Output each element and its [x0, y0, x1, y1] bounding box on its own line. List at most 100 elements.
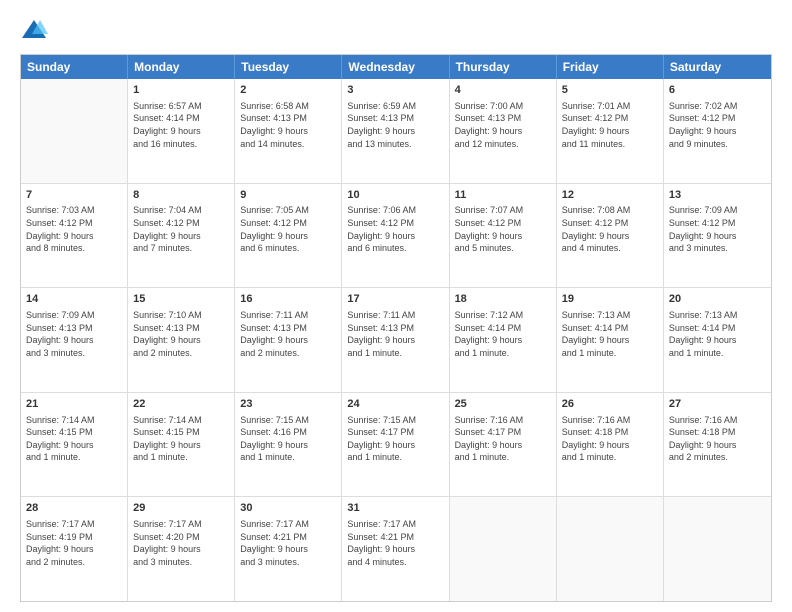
day-cell-13: 13Sunrise: 7:09 AM Sunset: 4:12 PM Dayli…: [664, 184, 771, 288]
day-cell-24: 24 Sunrise: 7:15 AM Sunset: 4:17 PM Dayli…: [342, 393, 449, 497]
day-cell-30: 30Sunrise: 7:17 AM Sunset: 4:21 PM Dayli…: [235, 497, 342, 601]
page: SundayMondayTuesdayWednesdayThursdayFrid…: [0, 0, 792, 612]
day-number: 22: [133, 397, 229, 412]
day-cell-19: 19 Sunrise: 7:13 AM Sunset: 4:14 PM Dayli…: [557, 288, 664, 392]
day-number: 18: [455, 292, 551, 307]
day-info: Sunrise: 7:05 AM Sunset: 4:12 PM Dayligh…: [240, 204, 336, 254]
day-number: 12: [562, 188, 658, 203]
day-number: 5: [562, 83, 658, 98]
day-cell-17: 17 Sunrise: 7:11 AM Sunset: 4:13 PM Dayli…: [342, 288, 449, 392]
logo: [20, 16, 52, 44]
day-header-sunday: Sunday: [21, 55, 128, 79]
calendar: SundayMondayTuesdayWednesdayThursdayFrid…: [20, 54, 772, 602]
header: [20, 16, 772, 44]
calendar-row-5: 28 Sunrise: 7:17 AM Sunset: 4:19 PM Dayli…: [21, 496, 771, 601]
day-info: Sunrise: 7:17 AM Sunset: 4:20 PM Dayligh…: [133, 518, 229, 568]
day-header-friday: Friday: [557, 55, 664, 79]
day-info: Sunrise: 6:57 AM Sunset: 4:14 PM Dayligh…: [133, 100, 229, 150]
day-cell-10: 10Sunrise: 7:06 AM Sunset: 4:12 PM Dayli…: [342, 184, 449, 288]
day-number: 13: [669, 188, 766, 203]
calendar-header: SundayMondayTuesdayWednesdayThursdayFrid…: [21, 55, 771, 79]
day-header-tuesday: Tuesday: [235, 55, 342, 79]
empty-cell: [21, 79, 128, 183]
day-number: 30: [240, 501, 336, 516]
day-number: 15: [133, 292, 229, 307]
day-info: Sunrise: 7:06 AM Sunset: 4:12 PM Dayligh…: [347, 204, 443, 254]
day-cell-20: 20 Sunrise: 7:13 AM Sunset: 4:14 PM Dayli…: [664, 288, 771, 392]
day-cell-23: 23Sunrise: 7:15 AM Sunset: 4:16 PM Dayli…: [235, 393, 342, 497]
day-info: Sunrise: 7:09 AM Sunset: 4:13 PM Dayligh…: [26, 309, 122, 359]
day-info: Sunrise: 7:11 AM Sunset: 4:13 PM Dayligh…: [347, 309, 443, 359]
day-info: Sunrise: 7:17 AM Sunset: 4:21 PM Dayligh…: [347, 518, 443, 568]
day-number: 14: [26, 292, 122, 307]
day-info: Sunrise: 7:16 AM Sunset: 4:18 PM Dayligh…: [669, 414, 766, 464]
day-cell-28: 28 Sunrise: 7:17 AM Sunset: 4:19 PM Dayli…: [21, 497, 128, 601]
day-cell-1: 1 Sunrise: 6:57 AM Sunset: 4:14 PM Daylig…: [128, 79, 235, 183]
day-number: 3: [347, 83, 443, 98]
day-header-monday: Monday: [128, 55, 235, 79]
day-info: Sunrise: 7:02 AM Sunset: 4:12 PM Dayligh…: [669, 100, 766, 150]
day-info: Sunrise: 7:11 AM Sunset: 4:13 PM Dayligh…: [240, 309, 336, 359]
day-cell-12: 12Sunrise: 7:08 AM Sunset: 4:12 PM Dayli…: [557, 184, 664, 288]
day-info: Sunrise: 7:14 AM Sunset: 4:15 PM Dayligh…: [133, 414, 229, 464]
day-info: Sunrise: 6:59 AM Sunset: 4:13 PM Dayligh…: [347, 100, 443, 150]
day-header-thursday: Thursday: [450, 55, 557, 79]
calendar-row-4: 21 Sunrise: 7:14 AM Sunset: 4:15 PM Dayli…: [21, 392, 771, 497]
day-info: Sunrise: 7:09 AM Sunset: 4:12 PM Dayligh…: [669, 204, 766, 254]
day-cell-16: 16 Sunrise: 7:11 AM Sunset: 4:13 PM Dayli…: [235, 288, 342, 392]
day-cell-4: 4Sunrise: 7:00 AM Sunset: 4:13 PM Daylig…: [450, 79, 557, 183]
day-number: 24: [347, 397, 443, 412]
day-info: Sunrise: 7:16 AM Sunset: 4:17 PM Dayligh…: [455, 414, 551, 464]
day-cell-9: 9Sunrise: 7:05 AM Sunset: 4:12 PM Daylig…: [235, 184, 342, 288]
day-cell-11: 11Sunrise: 7:07 AM Sunset: 4:12 PM Dayli…: [450, 184, 557, 288]
day-number: 6: [669, 83, 766, 98]
day-cell-26: 26Sunrise: 7:16 AM Sunset: 4:18 PM Dayli…: [557, 393, 664, 497]
day-info: Sunrise: 7:04 AM Sunset: 4:12 PM Dayligh…: [133, 204, 229, 254]
day-number: 4: [455, 83, 551, 98]
day-cell-3: 3 Sunrise: 6:59 AM Sunset: 4:13 PM Daylig…: [342, 79, 449, 183]
empty-cell: [664, 497, 771, 601]
day-number: 9: [240, 188, 336, 203]
day-cell-14: 14 Sunrise: 7:09 AM Sunset: 4:13 PM Dayli…: [21, 288, 128, 392]
day-number: 25: [455, 397, 551, 412]
calendar-row-2: 7Sunrise: 7:03 AM Sunset: 4:12 PM Daylig…: [21, 183, 771, 288]
day-info: Sunrise: 7:15 AM Sunset: 4:17 PM Dayligh…: [347, 414, 443, 464]
calendar-row-1: 1 Sunrise: 6:57 AM Sunset: 4:14 PM Daylig…: [21, 79, 771, 183]
day-cell-27: 27 Sunrise: 7:16 AM Sunset: 4:18 PM Dayli…: [664, 393, 771, 497]
day-info: Sunrise: 7:01 AM Sunset: 4:12 PM Dayligh…: [562, 100, 658, 150]
day-cell-2: 2Sunrise: 6:58 AM Sunset: 4:13 PM Daylig…: [235, 79, 342, 183]
day-cell-22: 22 Sunrise: 7:14 AM Sunset: 4:15 PM Dayli…: [128, 393, 235, 497]
day-number: 11: [455, 188, 551, 203]
day-info: Sunrise: 7:07 AM Sunset: 4:12 PM Dayligh…: [455, 204, 551, 254]
day-number: 17: [347, 292, 443, 307]
day-number: 7: [26, 188, 122, 203]
day-number: 20: [669, 292, 766, 307]
day-info: Sunrise: 7:03 AM Sunset: 4:12 PM Dayligh…: [26, 204, 122, 254]
day-number: 21: [26, 397, 122, 412]
day-header-wednesday: Wednesday: [342, 55, 449, 79]
day-cell-15: 15Sunrise: 7:10 AM Sunset: 4:13 PM Dayli…: [128, 288, 235, 392]
day-number: 23: [240, 397, 336, 412]
day-number: 1: [133, 83, 229, 98]
day-number: 16: [240, 292, 336, 307]
day-info: Sunrise: 7:13 AM Sunset: 4:14 PM Dayligh…: [669, 309, 766, 359]
day-cell-29: 29 Sunrise: 7:17 AM Sunset: 4:20 PM Dayli…: [128, 497, 235, 601]
day-info: Sunrise: 7:14 AM Sunset: 4:15 PM Dayligh…: [26, 414, 122, 464]
day-number: 10: [347, 188, 443, 203]
day-number: 27: [669, 397, 766, 412]
day-number: 19: [562, 292, 658, 307]
day-info: Sunrise: 7:08 AM Sunset: 4:12 PM Dayligh…: [562, 204, 658, 254]
day-cell-8: 8Sunrise: 7:04 AM Sunset: 4:12 PM Daylig…: [128, 184, 235, 288]
day-number: 31: [347, 501, 443, 516]
day-info: Sunrise: 7:17 AM Sunset: 4:19 PM Dayligh…: [26, 518, 122, 568]
day-info: Sunrise: 7:13 AM Sunset: 4:14 PM Dayligh…: [562, 309, 658, 359]
day-info: Sunrise: 7:12 AM Sunset: 4:14 PM Dayligh…: [455, 309, 551, 359]
day-number: 29: [133, 501, 229, 516]
logo-icon: [20, 16, 48, 44]
day-info: Sunrise: 7:16 AM Sunset: 4:18 PM Dayligh…: [562, 414, 658, 464]
day-number: 28: [26, 501, 122, 516]
empty-cell: [557, 497, 664, 601]
calendar-row-3: 14 Sunrise: 7:09 AM Sunset: 4:13 PM Dayli…: [21, 287, 771, 392]
day-cell-18: 18 Sunrise: 7:12 AM Sunset: 4:14 PM Dayli…: [450, 288, 557, 392]
day-cell-31: 31 Sunrise: 7:17 AM Sunset: 4:21 PM Dayli…: [342, 497, 449, 601]
